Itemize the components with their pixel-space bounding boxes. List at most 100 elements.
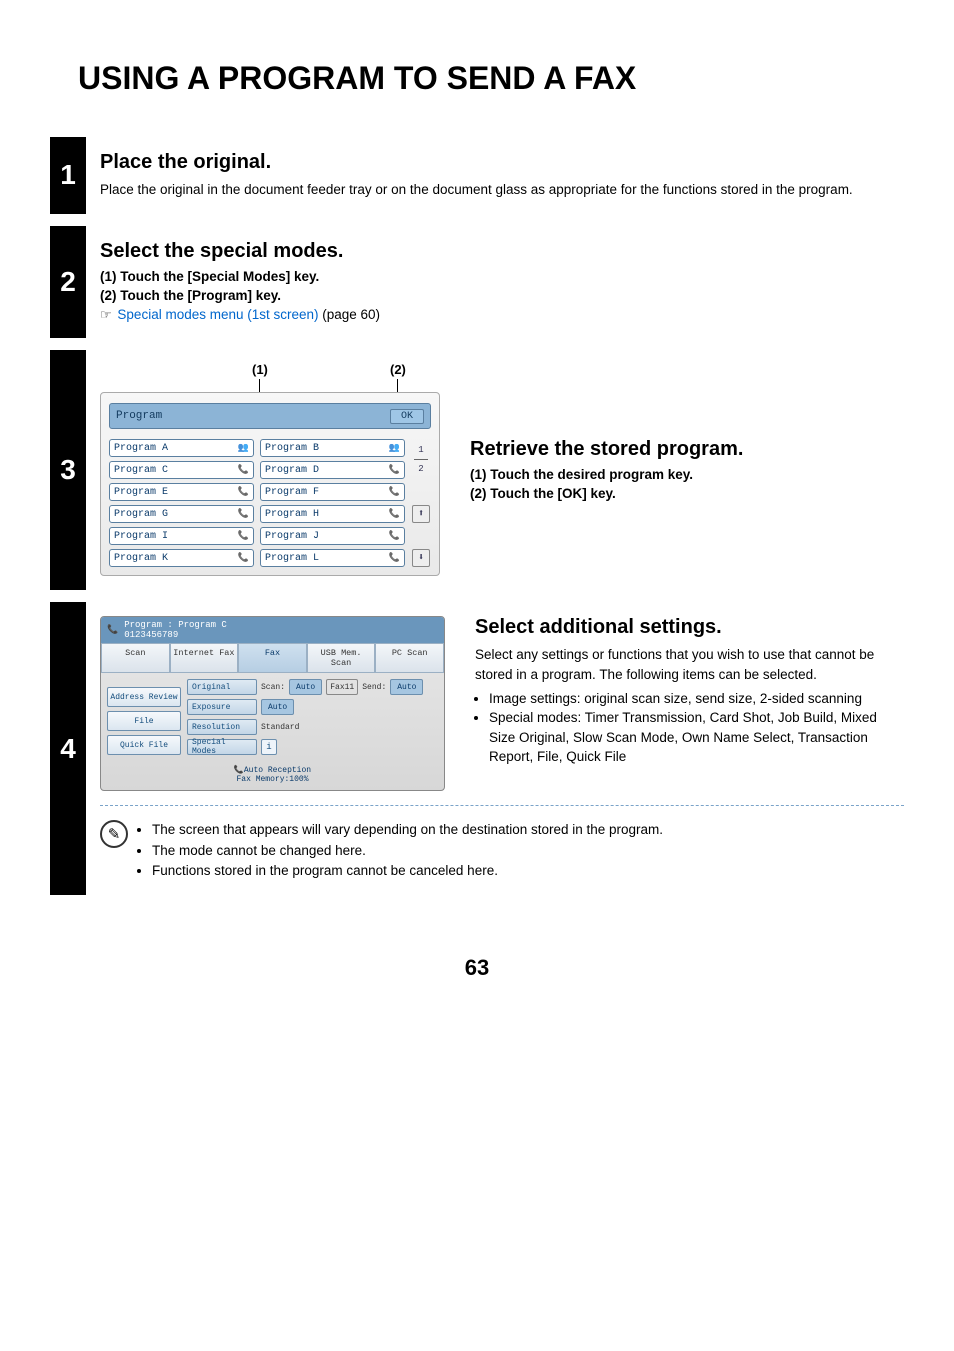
note-block: ✎ The screen that appears will vary depe… <box>100 805 904 881</box>
resolution-value: Standard <box>261 719 299 735</box>
step-heading: Select the special modes. <box>100 240 904 263</box>
step-heading: Select additional settings. <box>475 616 904 639</box>
program-button[interactable]: Program H📞 <box>260 505 405 523</box>
hand-icon: ☞ <box>100 307 112 322</box>
tab-fax[interactable]: Fax <box>238 643 307 673</box>
destination-number: 0123456789 <box>124 630 178 640</box>
substep-1: (1) Touch the [Special Modes] key. <box>100 269 904 284</box>
step-number: 1 <box>50 137 86 214</box>
tab-pc-scan[interactable]: PC Scan <box>375 643 444 673</box>
scan-value-button[interactable]: Auto <box>289 679 322 695</box>
program-button[interactable]: Program I📞 <box>109 527 254 545</box>
ok-button[interactable]: OK <box>390 409 424 424</box>
program-button[interactable]: Program D📞 <box>260 461 405 479</box>
step-number: 3 <box>50 350 86 590</box>
step-3-text: Retrieve the stored program. (1) Touch t… <box>470 438 743 503</box>
step-heading: Place the original. <box>100 151 904 174</box>
step-intro: Select any settings or functions that yo… <box>475 645 904 684</box>
page-number: 63 <box>50 955 904 981</box>
phone-icon: 📞 <box>238 553 249 563</box>
phone-icon: 📞 <box>238 465 249 475</box>
group-icon: 👥 <box>238 443 249 453</box>
step-2: 2 Select the special modes. (1) Touch th… <box>50 226 904 339</box>
program-button[interactable]: Program K📞 <box>109 549 254 567</box>
phone-icon: 📞 <box>389 465 400 475</box>
step-4: 4 📞 Program : Program C 0123456789 Scan … <box>50 602 904 895</box>
note-item: Functions stored in the program cannot b… <box>152 861 663 881</box>
program-button[interactable]: Program C📞 <box>109 461 254 479</box>
substep-2: (2) Touch the [OK] key. <box>470 486 743 501</box>
original-button[interactable]: Original <box>187 679 257 695</box>
phone-icon: 📞 <box>234 766 244 775</box>
program-button[interactable]: Program A👥 <box>109 439 254 457</box>
program-button[interactable]: Program J📞 <box>260 527 405 545</box>
fax-memory: Fax Memory:100% <box>236 775 308 784</box>
program-button[interactable]: Program E📞 <box>109 483 254 501</box>
exposure-button[interactable]: Exposure <box>187 699 257 715</box>
fax-main-panel: 📞 Program : Program C 0123456789 Scan In… <box>100 616 445 791</box>
step-4-text: Select additional settings. Select any s… <box>475 616 904 766</box>
quick-file-button[interactable]: Quick File <box>107 735 181 755</box>
phone-icon: 📞 <box>238 509 249 519</box>
tab-usb-mem-scan[interactable]: USB Mem. Scan <box>307 643 376 673</box>
page-indicator: 1 <box>418 445 423 455</box>
program-panel-header: Program OK <box>109 403 431 429</box>
link-suffix: (page 60) <box>319 307 381 322</box>
phone-icon: 📞 <box>107 625 118 635</box>
phone-icon: 📞 <box>389 531 400 541</box>
send-label: Send: <box>362 679 386 695</box>
substep-2: (2) Touch the [Program] key. <box>100 288 904 303</box>
program-button[interactable]: Program F📞 <box>260 483 405 501</box>
page-title: USING A PROGRAM TO SEND A FAX <box>78 60 904 97</box>
phone-icon: 📞 <box>389 487 400 497</box>
step-heading: Retrieve the stored program. <box>470 438 743 461</box>
fax-panel-footer: 📞Auto Reception Fax Memory:100% <box>101 761 444 790</box>
step-body: (1) (2) Program OK Program A👥 Program B👥 <box>86 350 904 590</box>
note-list: The screen that appears will vary depend… <box>138 820 663 881</box>
step-body: 📞 Program : Program C 0123456789 Scan In… <box>86 602 904 895</box>
special-modes-button[interactable]: Special Modes <box>187 739 257 755</box>
step-1: 1 Place the original. Place the original… <box>50 137 904 214</box>
phone-icon: 📞 <box>389 553 400 563</box>
group-icon: 👥 <box>389 443 400 453</box>
program-button[interactable]: Program G📞 <box>109 505 254 523</box>
settings-list: Image settings: original scan size, send… <box>475 689 904 767</box>
note-icon: ✎ <box>100 820 128 848</box>
substep-1: (1) Touch the desired program key. <box>470 467 743 482</box>
fax11-indicator: Fax11 <box>326 679 358 695</box>
step-body: Place the original. Place the original i… <box>86 137 904 214</box>
note-item: The mode cannot be changed here. <box>152 841 663 861</box>
exposure-value-button[interactable]: Auto <box>261 699 294 715</box>
program-button[interactable]: Program B👥 <box>260 439 405 457</box>
send-value-button[interactable]: Auto <box>390 679 423 695</box>
step-3: 3 (1) (2) Program OK Program <box>50 350 904 590</box>
image-settings-item: Image settings: original scan size, send… <box>489 689 904 709</box>
special-modes-link[interactable]: Special modes menu (1st screen) <box>117 307 318 322</box>
step-body: Select the special modes. (1) Touch the … <box>86 226 904 339</box>
scroll-down-button[interactable]: ⬇ <box>412 549 430 567</box>
step-number: 4 <box>50 602 86 895</box>
program-list-panel: Program OK Program A👥 Program B👥 1 2 Pro… <box>100 392 440 576</box>
fax-left-column: Address Review File Quick File <box>107 679 181 755</box>
page-indicator: 2 <box>418 464 423 474</box>
address-review-button[interactable]: Address Review <box>107 687 181 707</box>
program-button[interactable]: Program L📞 <box>260 549 405 567</box>
file-button[interactable]: File <box>107 711 181 731</box>
phone-icon: 📞 <box>238 531 249 541</box>
phone-icon: 📞 <box>389 509 400 519</box>
note-item: The screen that appears will vary depend… <box>152 820 663 840</box>
program-panel-title: Program <box>116 410 162 422</box>
phone-icon: 📞 <box>238 487 249 497</box>
tab-internet-fax[interactable]: Internet Fax <box>170 643 239 673</box>
fax-tabs: Scan Internet Fax Fax USB Mem. Scan PC S… <box>101 643 444 673</box>
step-number: 2 <box>50 226 86 339</box>
scroll-up-button[interactable]: ⬆ <box>412 505 430 523</box>
tab-scan[interactable]: Scan <box>101 643 170 673</box>
program-name: Program : Program C <box>124 620 227 630</box>
link-row: ☞ Special modes menu (1st screen) (page … <box>100 305 904 325</box>
resolution-button[interactable]: Resolution <box>187 719 257 735</box>
info-button[interactable]: i <box>261 739 277 755</box>
step-text: Place the original in the document feede… <box>100 180 904 200</box>
special-modes-item: Special modes: Timer Transmission, Card … <box>489 708 904 767</box>
fax-panel-header: 📞 Program : Program C 0123456789 <box>101 617 444 643</box>
